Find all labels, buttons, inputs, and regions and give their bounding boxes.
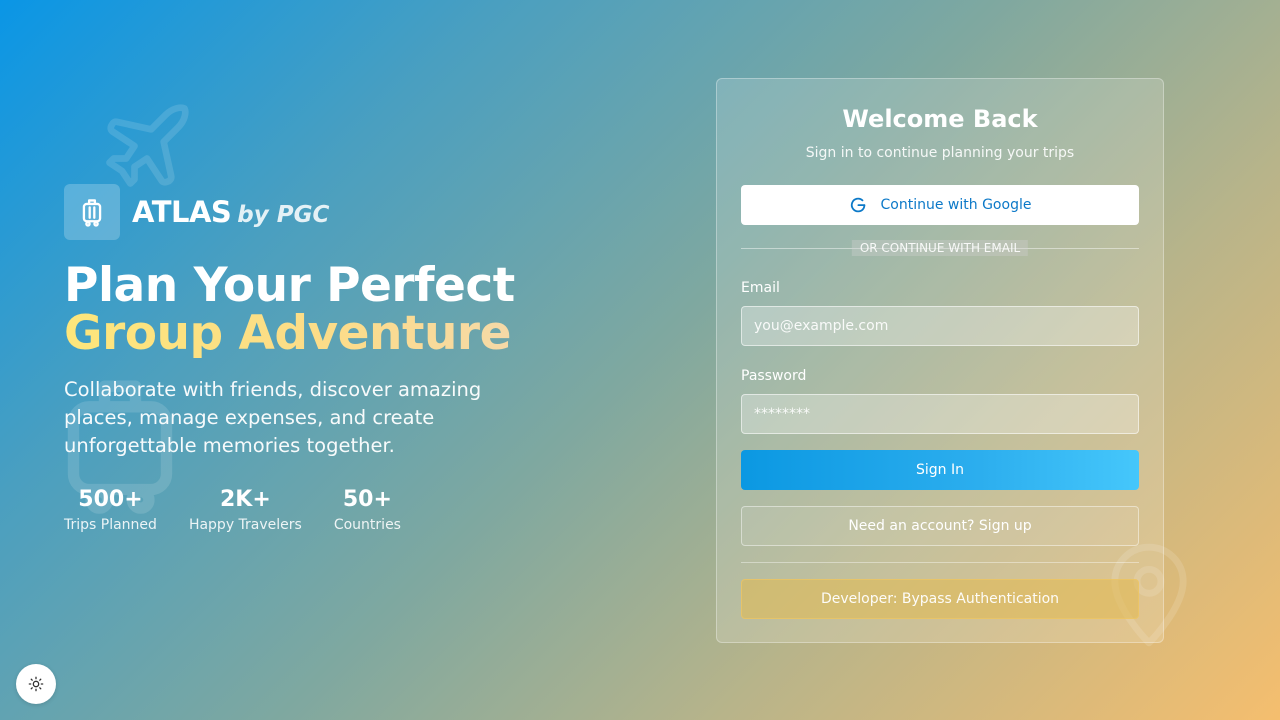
email-divider: OR CONTINUE WITH EMAIL xyxy=(741,240,1139,256)
stat-countries: 50+ Countries xyxy=(334,486,401,536)
hero-line-2: Group Adventure xyxy=(64,310,515,358)
stat-label: Happy Travelers xyxy=(188,517,302,533)
divider xyxy=(741,562,1139,563)
stat-value: 500+ xyxy=(78,487,143,512)
stat-label: Trips Planned xyxy=(64,517,157,533)
login-title: Welcome Back xyxy=(842,105,1038,133)
stat-value: 50+ xyxy=(342,487,392,512)
stat-label: Countries xyxy=(333,517,401,533)
divider-label: OR CONTINUE WITH EMAIL xyxy=(851,240,1029,256)
sign-up-button[interactable]: Need an account? Sign up xyxy=(741,506,1139,546)
google-signin-label: Continue with Google xyxy=(880,197,1032,213)
theme-toggle-button[interactable] xyxy=(16,664,56,704)
bypass-auth-button[interactable]: Developer: Bypass Authentication xyxy=(741,579,1139,619)
stat-value: 2K+ xyxy=(219,487,271,512)
login-subtitle: Sign in to continue planning your trips xyxy=(805,145,1075,161)
password-field[interactable] xyxy=(741,394,1139,434)
login-card: Welcome Back Sign in to continue plannin… xyxy=(716,78,1164,643)
email-field[interactable] xyxy=(741,306,1139,346)
brand-name: ATLAS xyxy=(132,195,232,229)
airplane-icon xyxy=(106,104,189,187)
email-label: Email xyxy=(741,280,780,296)
password-label: Password xyxy=(741,368,807,384)
hero-subtitle: Collaborate with friends, discover amazi… xyxy=(64,378,482,457)
google-signin-button[interactable]: Continue with Google xyxy=(741,185,1139,225)
brand-tagline: by PGC xyxy=(237,202,330,228)
stat-trips: 500+ Trips Planned xyxy=(64,486,157,536)
luggage-icon xyxy=(64,184,120,240)
brand: ATLAS by PGC xyxy=(64,184,329,240)
hero-heading: Plan Your Perfect Group Adventure xyxy=(64,262,515,358)
sun-icon xyxy=(28,676,44,692)
google-icon xyxy=(849,196,867,214)
stats: 500+ Trips Planned 2K+ Happy Travelers 5… xyxy=(64,486,433,536)
stat-travelers: 2K+ Happy Travelers xyxy=(189,486,302,536)
hero-line-1: Plan Your Perfect xyxy=(64,258,515,313)
sign-in-button[interactable]: Sign In xyxy=(741,450,1139,490)
